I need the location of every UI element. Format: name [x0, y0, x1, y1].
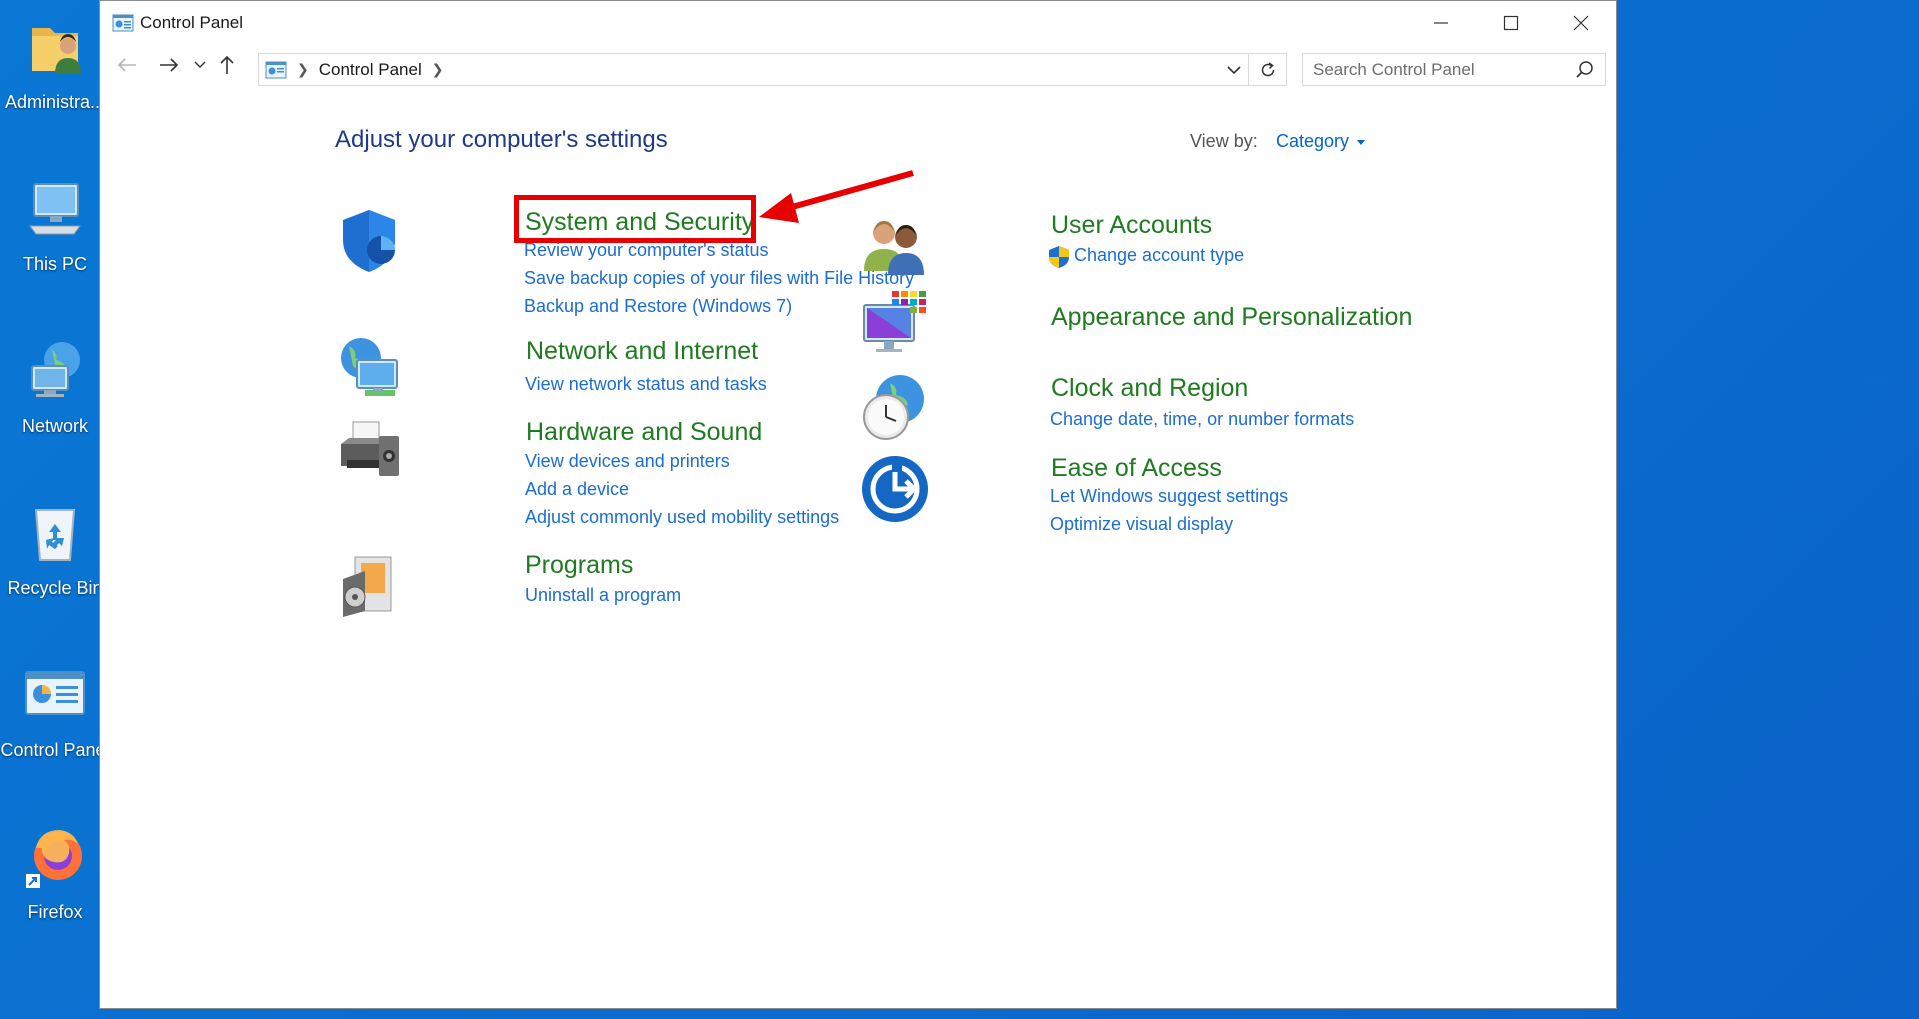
- firefox-icon: [22, 824, 88, 890]
- appearance-icon[interactable]: [860, 291, 930, 361]
- address-dropdown-button[interactable]: [1224, 60, 1244, 80]
- refresh-button[interactable]: [1248, 54, 1286, 85]
- navigation-bar: ❯ Control Panel ❯: [100, 45, 1616, 86]
- desktop-icon-administrator[interactable]: Administra...: [0, 8, 110, 158]
- link-mobility-settings[interactable]: Adjust commonly used mobility settings: [525, 507, 839, 528]
- address-bar[interactable]: ❯ Control Panel ❯: [258, 53, 1287, 86]
- chevron-down-icon: [194, 61, 206, 68]
- highlight-box: [514, 195, 756, 243]
- control-panel-icon: [112, 14, 134, 32]
- programs-icon[interactable]: [335, 551, 405, 621]
- desktop-icon-label: Firefox: [27, 902, 83, 922]
- link-file-history[interactable]: Save backup copies of your files with Fi…: [524, 268, 914, 289]
- close-icon: [1573, 15, 1589, 31]
- up-button[interactable]: [210, 47, 244, 83]
- link-uninstall-program[interactable]: Uninstall a program: [525, 585, 681, 606]
- desktop-icon-label: This PC: [22, 254, 87, 274]
- chevron-right-icon[interactable]: ❯: [432, 61, 444, 78]
- maximize-button[interactable]: [1476, 1, 1546, 45]
- printer-icon[interactable]: [335, 418, 405, 488]
- chevron-down-icon: [1227, 66, 1241, 75]
- ease-of-access-icon[interactable]: [860, 454, 930, 524]
- desktop-icon-label: Network: [21, 416, 88, 436]
- red-arrow-icon: [759, 170, 914, 223]
- minimize-icon: [1434, 22, 1448, 24]
- category-title[interactable]: Ease of Access: [1051, 454, 1222, 483]
- uac-shield-icon: [1048, 245, 1070, 269]
- recent-locations-button[interactable]: [190, 47, 210, 83]
- link-backup-restore[interactable]: Backup and Restore (Windows 7): [524, 296, 792, 317]
- breadcrumb-control-panel[interactable]: Control Panel: [319, 60, 422, 80]
- link-add-device[interactable]: Add a device: [525, 479, 629, 500]
- category-title[interactable]: Appearance and Personalization: [1051, 303, 1412, 332]
- forward-arrow-icon: [160, 58, 179, 72]
- link-optimize-display[interactable]: Optimize visual display: [1050, 514, 1233, 535]
- desktop-icon-recycle-bin[interactable]: Recycle Bin: [0, 494, 110, 644]
- category-title[interactable]: User Accounts: [1051, 211, 1212, 240]
- maximize-icon: [1503, 15, 1519, 31]
- desktop-icon-control-panel[interactable]: Control Panel: [0, 656, 110, 806]
- recycle-bin-icon: [22, 500, 88, 566]
- window-controls: [1406, 1, 1616, 45]
- back-button[interactable]: [106, 47, 148, 83]
- view-by-dropdown[interactable]: Category: [1276, 131, 1349, 152]
- control-panel-icon: [265, 61, 287, 79]
- category-title[interactable]: Network and Internet: [526, 337, 758, 366]
- desktop-icon-network[interactable]: Network: [0, 332, 110, 482]
- link-review-status[interactable]: Review your computer's status: [524, 240, 769, 261]
- link-change-account-type[interactable]: Change account type: [1074, 245, 1244, 266]
- link-network-status[interactable]: View network status and tasks: [525, 374, 767, 395]
- search-input[interactable]: [1313, 59, 1563, 80]
- back-arrow-icon: [117, 58, 136, 72]
- forward-button[interactable]: [148, 47, 190, 83]
- caret-down-icon[interactable]: [1357, 140, 1365, 145]
- desktop-icon-label: Administra...: [4, 92, 106, 112]
- category-title[interactable]: Programs: [525, 551, 633, 580]
- desktop-icon-firefox[interactable]: Firefox: [0, 818, 110, 968]
- category-title[interactable]: Clock and Region: [1051, 374, 1248, 403]
- shield-icon[interactable]: [335, 206, 405, 276]
- window-title: Control Panel: [140, 13, 244, 32]
- link-devices-printers[interactable]: View devices and printers: [525, 451, 730, 472]
- up-arrow-icon: [220, 55, 234, 74]
- control-panel-icon: [22, 662, 88, 728]
- chevron-right-icon[interactable]: ❯: [297, 61, 309, 78]
- search-box[interactable]: [1302, 53, 1606, 86]
- clock-globe-icon[interactable]: [860, 373, 930, 443]
- desktop-icon-label: Control Panel: [0, 740, 110, 760]
- category-title[interactable]: Hardware and Sound: [526, 418, 762, 447]
- page-title: Adjust your computer's settings: [335, 126, 668, 153]
- desktop-icon-this-pc[interactable]: This PC: [0, 170, 110, 320]
- link-change-date-time[interactable]: Change date, time, or number formats: [1050, 409, 1354, 430]
- view-by-label: View by:: [1190, 131, 1258, 151]
- title-bar[interactable]: Control Panel: [100, 1, 1616, 45]
- network-globe-icon[interactable]: [335, 336, 405, 406]
- computer-icon: [22, 176, 88, 242]
- user-folder-icon: [22, 14, 88, 80]
- minimize-button[interactable]: [1406, 1, 1476, 45]
- link-windows-suggest[interactable]: Let Windows suggest settings: [1050, 486, 1288, 507]
- close-button[interactable]: [1546, 1, 1616, 45]
- network-icon: [22, 338, 88, 404]
- control-panel-window: Control Panel ❯ Control Panel ❯ Search C…: [99, 0, 1617, 1009]
- desktop-icon-label: Recycle Bin: [7, 578, 103, 598]
- search-icon[interactable]: [1575, 60, 1595, 80]
- refresh-icon: [1261, 61, 1274, 76]
